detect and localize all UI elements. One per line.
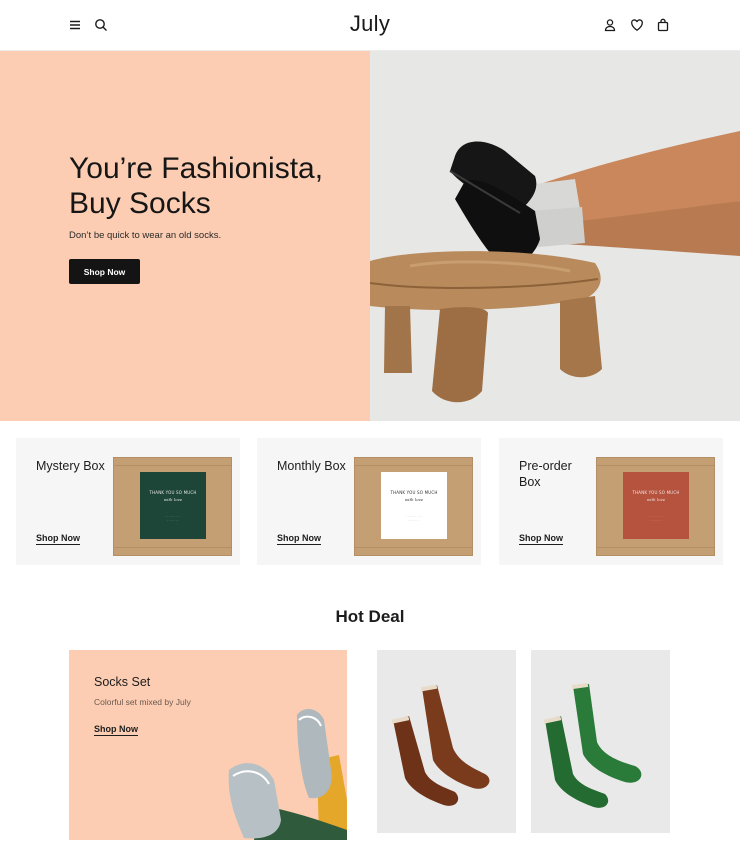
box-insert-card: THANK YOU SO MUCH with love · · · · · · … [623,472,689,539]
hero-shop-now-button[interactable]: Shop Now [69,259,140,284]
hero-text-panel: You’re Fashionista, Buy Socks Don’t be q… [0,51,370,421]
monthly-box-card[interactable]: Monthly Box Shop Now THANK YOU SO MUCH w… [257,438,481,565]
box-image: THANK YOU SO MUCH with love · · · · · · … [113,457,232,556]
green-socks-image [543,682,642,808]
socks-set-promo[interactable]: Socks Set Colorful set mixed by July Sho… [69,650,347,840]
hero-banner: You’re Fashionista, Buy Socks Don’t be q… [0,51,740,421]
card-title: Pre-order Box [519,459,572,489]
hero-subtitle: Don’t be quick to wear an old socks. [69,230,222,241]
bag-icon[interactable] [655,17,671,33]
user-icon[interactable] [602,17,618,33]
card-shop-now-link[interactable]: Shop Now [519,533,563,545]
card-shop-now-link[interactable]: Shop Now [277,533,321,545]
brown-socks-image [391,684,490,806]
pre-order-box-card[interactable]: Pre-order Box Shop Now THANK YOU SO MUCH… [499,438,723,565]
site-header: July [0,0,740,51]
hero-image [370,51,740,421]
card-title: Mystery Box [36,459,105,473]
promo-subtitle: Colorful set mixed by July [94,697,191,707]
product-card-green-socks[interactable] [531,650,670,833]
promo-title: Socks Set [94,675,151,689]
hero-title: You’re Fashionista, Buy Socks [69,152,324,220]
hot-deal-heading: Hot Deal [335,607,405,626]
legs-on-stool-illustration [370,51,740,421]
card-title: Monthly Box [277,459,346,473]
sneakers-illustration [228,708,347,840]
promo-shop-now-link[interactable]: Shop Now [94,724,138,736]
box-image: THANK YOU SO MUCH with love · · · · · · … [596,457,715,556]
box-insert-card: THANK YOU SO MUCH with love · · · · · · … [140,472,206,539]
box-image: THANK YOU SO MUCH with love · · · · · · … [354,457,473,556]
heart-icon[interactable] [629,17,645,33]
mystery-box-card[interactable]: Mystery Box Shop Now THANK YOU SO MUCH w… [16,438,240,565]
product-card-brown-socks[interactable] [377,650,516,833]
box-insert-card: THANK YOU SO MUCH with love · · · · · · … [381,472,447,539]
card-shop-now-link[interactable]: Shop Now [36,533,80,545]
